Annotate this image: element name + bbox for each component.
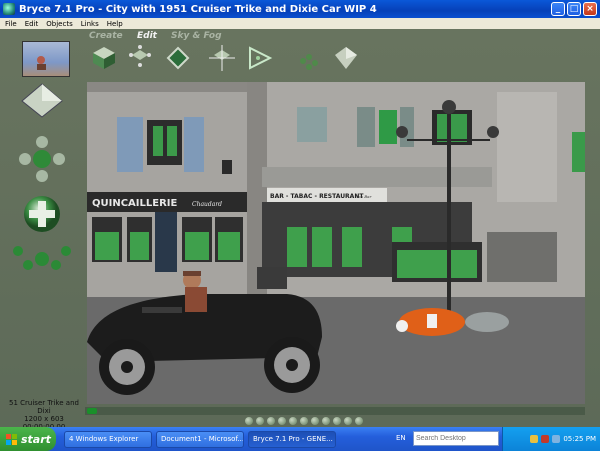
start-button[interactable]: start xyxy=(0,427,56,451)
document-name: 51 Cruiser Trike and Dixi xyxy=(9,399,79,415)
menu-bar: File Edit Objects Links Help xyxy=(0,18,600,29)
light-icon[interactable] xyxy=(300,417,308,425)
edit-toolbar: Create Edit Sky & Fog xyxy=(85,29,585,81)
animation-timeline[interactable] xyxy=(85,407,585,415)
window-title: Bryce 7.1 Pro - City with 1951 Cruiser T… xyxy=(19,3,377,15)
reposition-tool-icon[interactable] xyxy=(209,45,235,71)
keyframe-icon[interactable] xyxy=(267,417,275,425)
tab-sky-fog[interactable]: Sky & Fog xyxy=(171,31,222,41)
terrain-icon[interactable] xyxy=(322,417,330,425)
loop-icon[interactable] xyxy=(278,417,286,425)
camera-icon[interactable] xyxy=(311,417,319,425)
cafe-sign-text: BAR - TABAC - RESTAURANT xyxy=(270,193,364,200)
city-scene: QUINCAILLERIE Chaudard BAR - TABAC - RES… xyxy=(87,82,585,404)
tray-alert-icon[interactable] xyxy=(541,435,550,443)
shop-sign-script: Chaudard xyxy=(192,201,222,208)
windows-logo-icon xyxy=(6,433,17,445)
menu-file[interactable]: File xyxy=(5,20,17,28)
randomize-tool-icon[interactable] xyxy=(295,45,321,71)
menu-links[interactable]: Links xyxy=(81,20,99,28)
bryce-app-icon xyxy=(3,3,15,15)
menu-help[interactable]: Help xyxy=(107,20,123,28)
camera-trackball-icon[interactable] xyxy=(21,83,63,118)
menu-objects[interactable]: Objects xyxy=(46,20,72,28)
taskbar-windows-explorer[interactable]: 4 Windows Explorer xyxy=(64,430,152,448)
preview-figure-icon xyxy=(37,56,46,70)
tray-shield-icon[interactable] xyxy=(530,435,539,443)
start-label: start xyxy=(21,432,51,446)
move-ball-icon[interactable] xyxy=(24,196,60,232)
zoom-buttons-icon[interactable] xyxy=(13,246,71,270)
terrain-editor-icon[interactable] xyxy=(333,45,359,71)
minimize-button[interactable]: _ xyxy=(551,2,565,16)
bottom-toolbar xyxy=(245,416,575,426)
tab-edit[interactable]: Edit xyxy=(137,31,157,41)
cross-control-icon[interactable] xyxy=(19,136,65,182)
rotate-tool-icon[interactable] xyxy=(165,45,191,71)
windows-taskbar: start 4 Windows Explorer Document1 - Mic… xyxy=(0,427,600,451)
align-tool-icon[interactable] xyxy=(247,45,273,71)
desktop-search-input[interactable] xyxy=(413,431,499,446)
cafe-sign-script: Bon Bar xyxy=(354,194,373,199)
language-indicator[interactable]: EN xyxy=(396,434,406,442)
window-titlebar[interactable]: Bryce 7.1 Pro - City with 1951 Cruiser T… xyxy=(0,0,600,18)
timeline-scrubber[interactable] xyxy=(87,408,97,414)
close-button[interactable]: × xyxy=(583,2,597,16)
shop-sign-text: QUINCAILLERIE xyxy=(92,198,178,209)
play-icon[interactable] xyxy=(245,417,253,425)
camera-controls[interactable] xyxy=(0,79,85,409)
scene-render-view[interactable]: QUINCAILLERIE Chaudard BAR - TABAC - RES… xyxy=(87,82,585,404)
path-icon[interactable] xyxy=(344,417,352,425)
document-size: 1200 x 603 xyxy=(24,415,64,423)
record-icon[interactable] xyxy=(256,417,264,425)
resize-tool-icon[interactable] xyxy=(127,45,153,71)
tray-network-icon[interactable] xyxy=(552,435,561,443)
system-tray: 05:25 PM xyxy=(502,427,600,451)
taskbar-bryce[interactable]: Bryce 7.1 Pro - GENE... xyxy=(248,430,336,448)
menu-edit[interactable]: Edit xyxy=(25,20,39,28)
link-icon[interactable] xyxy=(355,417,363,425)
maximize-button[interactable]: □ xyxy=(567,2,581,16)
left-control-panel: 51 Cruiser Trike and Dixi 1200 x 603 00:… xyxy=(0,29,85,431)
clock[interactable]: 05:25 PM xyxy=(563,435,596,443)
material-editor-icon[interactable] xyxy=(91,45,117,71)
select-icon[interactable] xyxy=(289,417,297,425)
tab-create[interactable]: Create xyxy=(89,31,123,41)
group-icon[interactable] xyxy=(333,417,341,425)
taskbar-word-document[interactable]: Document1 - Microsof... xyxy=(156,430,244,448)
bryce-workspace: 51 Cruiser Trike and Dixi 1200 x 603 00:… xyxy=(0,29,600,431)
nano-preview[interactable] xyxy=(22,41,70,77)
